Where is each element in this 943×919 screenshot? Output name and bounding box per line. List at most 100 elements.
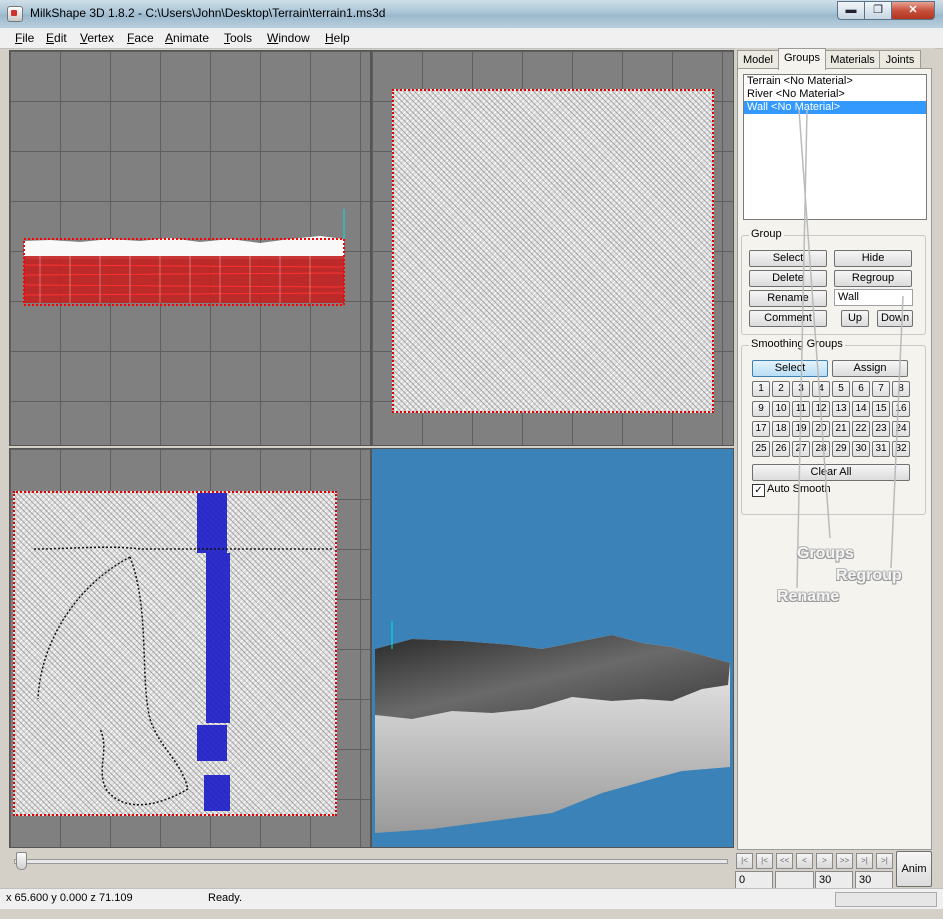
- smoothing-group-button[interactable]: 31: [872, 441, 890, 457]
- rewind-button[interactable]: <<: [776, 853, 793, 869]
- maximize-button[interactable]: ❐: [864, 1, 892, 20]
- smoothing-group-button[interactable]: 29: [832, 441, 850, 457]
- status-coords: x 65.600 y 0.000 z 71.109: [6, 892, 133, 904]
- next-frame-button[interactable]: >: [816, 853, 833, 869]
- smoothing-assign-button[interactable]: Assign: [832, 360, 908, 377]
- viewport-3d[interactable]: [371, 448, 734, 848]
- tab-joints[interactable]: Joints: [879, 50, 921, 69]
- smoothing-group-button[interactable]: 9: [752, 401, 770, 417]
- clear-all-button[interactable]: Clear All: [752, 464, 910, 481]
- smoothing-group-button[interactable]: 17: [752, 421, 770, 437]
- group-comment-button[interactable]: Comment: [749, 310, 827, 327]
- menu-window[interactable]: Window: [267, 31, 310, 45]
- menu-tools[interactable]: Tools: [224, 31, 252, 45]
- smoothing-group-button[interactable]: 15: [872, 401, 890, 417]
- smoothing-group-button[interactable]: 4: [812, 381, 830, 397]
- slider-thumb[interactable]: [16, 852, 27, 870]
- group-list[interactable]: Terrain <No Material> River <No Material…: [743, 74, 927, 220]
- group-up-button[interactable]: Up: [841, 310, 869, 327]
- group-delete-button[interactable]: Delete: [749, 270, 827, 287]
- menu-animate[interactable]: Animate: [165, 31, 209, 45]
- menu-edit[interactable]: Edit: [46, 31, 67, 45]
- total-frames-field[interactable]: 30: [855, 871, 893, 889]
- smoothing-group-button[interactable]: 12: [812, 401, 830, 417]
- group-list-item[interactable]: River <No Material>: [744, 88, 926, 101]
- minimize-button[interactable]: ▬: [837, 1, 865, 20]
- fast-forward-button[interactable]: >>: [836, 853, 853, 869]
- menu-vertex[interactable]: Vertex: [80, 31, 114, 45]
- smoothing-group-button[interactable]: 14: [852, 401, 870, 417]
- viewport-top[interactable]: [371, 50, 734, 446]
- app-icon: [7, 6, 23, 22]
- group-name-field[interactable]: Wall: [834, 289, 913, 306]
- smoothing-group-button[interactable]: 13: [832, 401, 850, 417]
- smoothing-group-button[interactable]: 8: [892, 381, 910, 397]
- smoothing-group-button[interactable]: 18: [772, 421, 790, 437]
- groups-panel: Model Groups Materials Joints Terrain <N…: [735, 48, 935, 850]
- smoothing-group-button[interactable]: 6: [852, 381, 870, 397]
- menu-bar: File Edit Vertex Face Animate Tools Wind…: [0, 28, 943, 49]
- top-view-mesh: [392, 89, 714, 413]
- menu-help[interactable]: Help: [325, 31, 350, 45]
- group-box: Group Select Hide Delete Regroup Rename …: [741, 228, 926, 335]
- group-rename-button[interactable]: Rename: [749, 290, 827, 307]
- smoothing-groups-title: Smoothing Groups: [749, 338, 845, 350]
- group-box-title: Group: [749, 228, 784, 240]
- river-and-outline: [33, 493, 334, 811]
- last-frame-button[interactable]: >|: [876, 853, 893, 869]
- smoothing-group-button[interactable]: 11: [792, 401, 810, 417]
- smoothing-select-button[interactable]: Select: [752, 360, 828, 377]
- auto-smooth-checkbox[interactable]: ✓: [752, 484, 765, 497]
- group-hide-button[interactable]: Hide: [834, 250, 912, 267]
- smoothing-group-button[interactable]: 19: [792, 421, 810, 437]
- anim-button[interactable]: Anim: [896, 851, 932, 887]
- frame-field[interactable]: 0: [735, 871, 773, 889]
- menu-face[interactable]: Face: [127, 31, 154, 45]
- next-key-button[interactable]: >|: [856, 853, 873, 869]
- prev-key-button[interactable]: |<: [756, 853, 773, 869]
- smoothing-group-button[interactable]: 16: [892, 401, 910, 417]
- smoothing-group-button[interactable]: 5: [832, 381, 850, 397]
- smoothing-group-button[interactable]: 24: [892, 421, 910, 437]
- status-message: Ready.: [208, 892, 243, 904]
- annotation-groups: Groups: [797, 545, 854, 562]
- smoothing-group-button[interactable]: 26: [772, 441, 790, 457]
- group-regroup-button[interactable]: Regroup: [834, 270, 912, 287]
- smoothing-groups-box: Smoothing Groups Select Assign 123456789…: [741, 338, 926, 515]
- viewport-side[interactable]: [9, 448, 371, 848]
- end-frame-field[interactable]: 30: [815, 871, 853, 889]
- group-list-item[interactable]: Terrain <No Material>: [744, 75, 926, 88]
- smoothing-group-button[interactable]: 1: [752, 381, 770, 397]
- prev-frame-button[interactable]: <: [796, 853, 813, 869]
- smoothing-group-button[interactable]: 30: [852, 441, 870, 457]
- front-view-mesh: [23, 209, 345, 306]
- group-down-button[interactable]: Down: [877, 310, 913, 327]
- group-select-button[interactable]: Select: [749, 250, 827, 267]
- menu-file[interactable]: File: [15, 31, 34, 45]
- smoothing-group-button[interactable]: 10: [772, 401, 790, 417]
- smoothing-group-button[interactable]: 27: [792, 441, 810, 457]
- group-list-item-selected[interactable]: Wall <No Material>: [744, 101, 926, 114]
- smoothing-group-button[interactable]: 28: [812, 441, 830, 457]
- close-button[interactable]: ✕: [891, 1, 935, 20]
- tab-groups[interactable]: Groups: [778, 48, 826, 70]
- first-frame-button[interactable]: |<: [736, 853, 753, 869]
- auto-smooth-label: Auto Smooth: [767, 483, 831, 495]
- smoothing-group-button[interactable]: 21: [832, 421, 850, 437]
- tab-model[interactable]: Model: [737, 50, 779, 69]
- smoothing-group-button[interactable]: 25: [752, 441, 770, 457]
- smoothing-group-button[interactable]: 32: [892, 441, 910, 457]
- animation-slider[interactable]: [8, 850, 728, 872]
- smoothing-group-button[interactable]: 2: [772, 381, 790, 397]
- window-title: MilkShape 3D 1.8.2 - C:\Users\John\Deskt…: [30, 6, 386, 20]
- tab-materials[interactable]: Materials: [825, 50, 880, 69]
- smoothing-group-button[interactable]: 20: [812, 421, 830, 437]
- viewport-front[interactable]: [9, 50, 371, 446]
- smoothing-group-button[interactable]: 22: [852, 421, 870, 437]
- progress-box: [835, 892, 937, 907]
- smoothing-group-button[interactable]: 23: [872, 421, 890, 437]
- groups-tab-body: Terrain <No Material> River <No Material…: [737, 68, 932, 850]
- smoothing-group-button[interactable]: 3: [792, 381, 810, 397]
- start-frame-field[interactable]: [775, 871, 814, 889]
- smoothing-group-button[interactable]: 7: [872, 381, 890, 397]
